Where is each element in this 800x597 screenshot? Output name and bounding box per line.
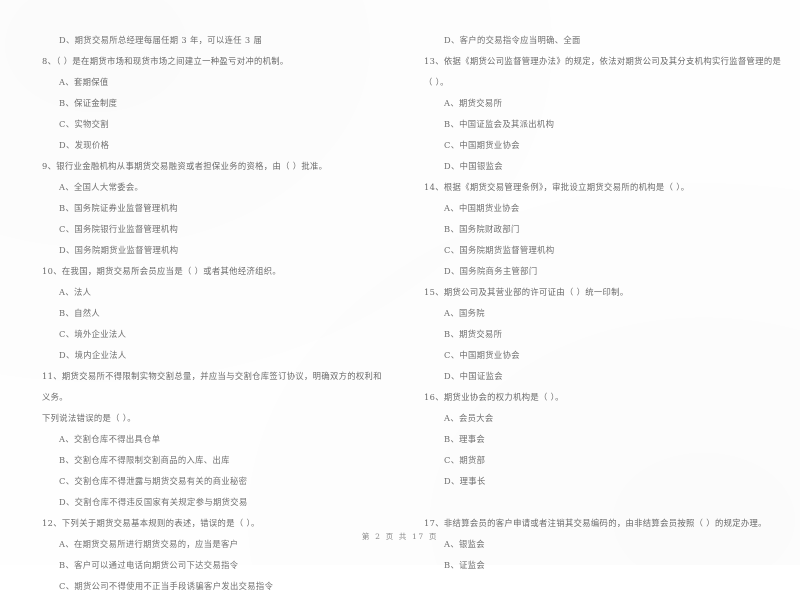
answer-option: D、发现价格 xyxy=(59,140,110,150)
question-stem: 10、在我国，期货交易所会员应当是（ ）或者其他经济组织。 xyxy=(42,266,282,276)
question-stem: 9、银行业金融机构从事期货交易融资或者担保业务的资格，由（ ）批准。 xyxy=(42,161,328,171)
answer-option: B、国务院证券业监督管理机构 xyxy=(59,203,178,213)
answer-option: A、套期保值 xyxy=(59,77,109,87)
answer-option: D、客户的交易指令应当明确、全面 xyxy=(444,35,581,45)
left-column-content: D、期货交易所总经理每届任期 3 年，可以连任 3 届 8、（ ）是在期货市场和现… xyxy=(42,30,386,597)
answer-option: D、中国证监会 xyxy=(444,371,503,381)
answer-option: A、会员大会 xyxy=(444,413,494,423)
vertical-gap xyxy=(424,492,786,513)
left-column: D、期货交易所总经理每届任期 3 年，可以连任 3 届 8、（ ）是在期货市场和现… xyxy=(0,30,400,597)
question-stem: 11、期货交易所不得限制实物交割总量，并应当与交割仓库签订协议，明确双方的权利和… xyxy=(42,371,382,402)
answer-option: C、交割仓库不得泄露与期货交易有关的商业秘密 xyxy=(59,476,248,486)
exam-page: D、期货交易所总经理每届任期 3 年，可以连任 3 届 8、（ ）是在期货市场和现… xyxy=(0,0,800,591)
answer-option: B、理事会 xyxy=(444,434,486,444)
answer-option: B、自然人 xyxy=(59,308,101,318)
answer-option: D、期货交易所总经理每届任期 3 年，可以连任 3 届 xyxy=(59,35,263,45)
answer-option: A、中国期货业协会 xyxy=(444,203,520,213)
answer-option: D、中国银监会 xyxy=(444,161,503,171)
answer-option: C、实物交割 xyxy=(59,119,109,129)
answer-option: C、中国期货业协会 xyxy=(444,350,520,360)
right-column: D、客户的交易指令应当明确、全面 13、依据《期货公司监督管理办法》的规定，依法对… xyxy=(400,30,800,597)
answer-option: D、理事长 xyxy=(444,476,486,486)
answer-option: B、中国证监会及其派出机构 xyxy=(444,119,555,129)
answer-option: C、境外企业法人 xyxy=(59,329,127,339)
answer-option: A、全国人大常委会。 xyxy=(59,182,144,192)
answer-option: D、国务院期货业监督管理机构 xyxy=(59,245,179,255)
answer-option: D、国务院商务主管部门 xyxy=(444,266,538,276)
answer-option: A、交割仓库不得出具仓单 xyxy=(59,434,161,444)
answer-option: B、证监会 xyxy=(444,560,486,570)
question-stem: 8、（ ）是在期货市场和现货市场之间建立一种盈亏对冲的机制。 xyxy=(42,56,289,66)
question-stem: 15、期货公司及其营业部的许可证由（ ）统一印制。 xyxy=(424,287,629,297)
answer-option: B、交割仓库不得限制交割商品的入库、出库 xyxy=(59,455,230,465)
question-stem: （ ）。 xyxy=(424,77,449,87)
question-stem: 14、根据《期货交易管理条例》，审批设立期货交易所的机构是（ ）。 xyxy=(424,182,690,192)
answer-option: B、客户可以通过电话向期货公司下达交易指令 xyxy=(59,560,239,570)
answer-option: C、期货公司不得使用不正当手段诱骗客户发出交易指令 xyxy=(59,581,274,591)
two-column-body: D、期货交易所总经理每届任期 3 年，可以连任 3 届 8、（ ）是在期货市场和现… xyxy=(0,30,800,597)
answer-option: C、国务院期货监督管理机构 xyxy=(444,245,555,255)
answer-option: B、保证金制度 xyxy=(59,98,118,108)
page-footer: 第 2 页 共 17 页 xyxy=(361,532,439,541)
answer-option: B、国务院财政部门 xyxy=(444,224,520,234)
answer-option: C、中国期货业协会 xyxy=(444,140,520,150)
answer-option: D、境内企业法人 xyxy=(59,350,127,360)
answer-option: C、期货部 xyxy=(444,455,486,465)
question-stem: 16、期货业协会的权力机构是（ ）。 xyxy=(424,392,564,402)
answer-option: A、法人 xyxy=(59,287,92,297)
answer-option: A、期货交易所 xyxy=(444,98,503,108)
answer-option: D、交割仓库不得违反国家有关规定参与期货交易 xyxy=(59,497,248,507)
answer-option: A、国务院 xyxy=(444,308,485,318)
question-stem: 下列说法错误的是（ ）。 xyxy=(42,413,136,423)
answer-option: B、期货交易所 xyxy=(444,329,503,339)
question-stem: 13、依据《期货公司监督管理办法》的规定，依法对期货公司及其分支机构实行监督管理… xyxy=(424,56,782,66)
answer-option: C、国务院银行业监督管理机构 xyxy=(59,224,179,234)
right-column-content: D、客户的交易指令应当明确、全面 13、依据《期货公司监督管理办法》的规定，依法对… xyxy=(424,30,786,576)
